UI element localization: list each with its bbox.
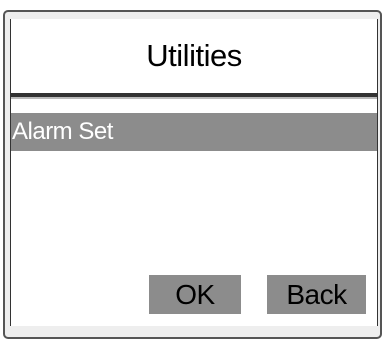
page-title: Utilities <box>146 38 242 73</box>
ok-button[interactable]: OK <box>149 275 241 314</box>
menu-item-label: Alarm Set <box>12 118 113 145</box>
title-bar: Utilities <box>11 19 377 97</box>
menu-item-alarm-set[interactable]: Alarm Set <box>11 113 377 151</box>
menu-list: Alarm Set <box>11 113 377 151</box>
device-screen: Utilities Alarm Set OK Back <box>10 19 378 326</box>
back-button[interactable]: Back <box>267 275 366 314</box>
title-divider <box>11 97 377 99</box>
